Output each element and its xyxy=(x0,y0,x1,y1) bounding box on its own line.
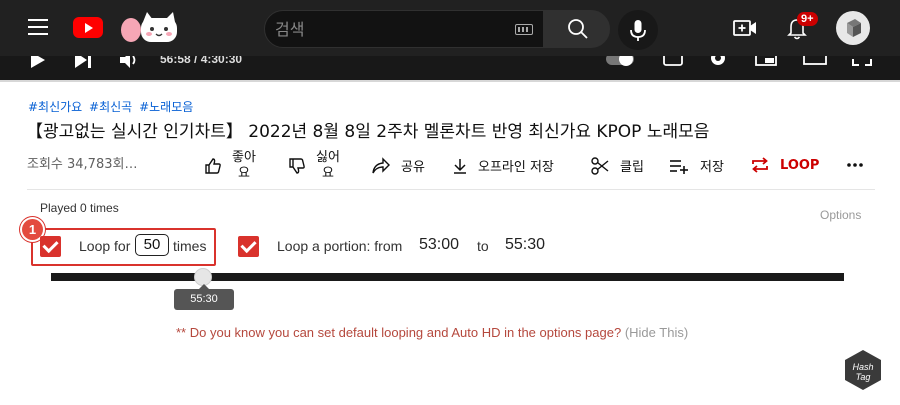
to-label: to xyxy=(477,238,489,254)
loop-portion-label: Loop a portion: from xyxy=(277,238,403,254)
miniplayer-icon[interactable] xyxy=(754,56,778,68)
video-camera-plus-icon xyxy=(733,20,756,36)
playlist-add-icon xyxy=(670,159,688,174)
hashtag-link[interactable]: #최신곡 xyxy=(89,100,132,114)
like-button[interactable]: 좋아 요 xyxy=(204,150,256,182)
avatar-cube-icon xyxy=(847,19,861,37)
thumbs-down-icon xyxy=(289,158,305,174)
autoplay-toggle-icon[interactable] xyxy=(604,56,638,68)
loop-start-time[interactable]: 53:00 xyxy=(419,236,459,254)
loop-count-input[interactable]: 50 xyxy=(135,234,169,256)
video-title: 【광고없는 실시간 인기차트】 2022년 8월 8일 2주차 멜론차트 반영 … xyxy=(26,122,710,142)
microphone-icon xyxy=(630,20,646,41)
hashtag-watermark-logo: Hash Tag xyxy=(845,350,881,390)
offline-save-button[interactable]: 오프라인 저장 xyxy=(452,156,554,175)
theater-mode-icon[interactable] xyxy=(802,56,830,68)
hashtag-link[interactable]: #최신가요 xyxy=(28,100,82,114)
played-count: Played 0 times xyxy=(40,201,119,215)
search-button[interactable] xyxy=(544,10,610,48)
svg-text:Hash: Hash xyxy=(852,362,873,372)
options-link[interactable]: Options xyxy=(820,208,861,222)
loop-for-label: Loop for xyxy=(79,238,131,254)
volume-icon[interactable] xyxy=(118,56,140,70)
divider xyxy=(0,80,900,82)
clip-button[interactable]: 클립 xyxy=(590,156,644,175)
notification-badge: 9+ xyxy=(797,12,818,26)
keyboard-icon[interactable] xyxy=(515,24,533,35)
dislike-label: 싫어 요 xyxy=(316,150,340,181)
search-icon xyxy=(568,19,588,39)
loop-range-slider-track[interactable] xyxy=(51,273,844,281)
hide-tip-link[interactable]: (Hide This) xyxy=(625,325,688,340)
dislike-button[interactable]: 싫어 요 xyxy=(288,150,340,182)
view-count: 조회수 34,783회… xyxy=(27,157,138,172)
save-to-playlist-button[interactable]: 저장 xyxy=(668,156,724,175)
more-actions-button[interactable] xyxy=(846,162,874,168)
top-bar: 9+ xyxy=(0,0,900,56)
loop-portion-checkbox[interactable] xyxy=(238,236,259,257)
thumbs-up-icon xyxy=(205,158,221,174)
loop-button[interactable]: LOOP xyxy=(750,156,819,174)
loop-end-time[interactable]: 55:30 xyxy=(505,236,545,254)
share-button[interactable]: 공유 xyxy=(371,156,425,175)
player-controls: 56:58 / 4:30:30 xyxy=(0,56,900,82)
like-label: 좋아 요 xyxy=(232,150,256,181)
share-icon xyxy=(372,156,390,173)
loop-icon xyxy=(752,157,768,173)
play-icon[interactable] xyxy=(28,56,48,70)
tip-text: ** Do you know you can set default loopi… xyxy=(176,325,622,340)
youtube-logo-icon[interactable] xyxy=(73,17,103,38)
divider xyxy=(27,189,875,190)
voice-search-button[interactable] xyxy=(618,10,658,50)
hashtag-list: #최신가요 #최신곡 #노래모음 xyxy=(28,98,196,115)
player-time: 56:58 / 4:30:30 xyxy=(160,56,243,66)
fullscreen-icon[interactable] xyxy=(850,56,874,68)
svg-text:Tag: Tag xyxy=(856,372,871,382)
options-tip-note: ** Do you know you can set default loopi… xyxy=(176,325,688,340)
create-video-button[interactable] xyxy=(732,16,758,40)
scissors-icon xyxy=(591,156,609,175)
menu-icon[interactable] xyxy=(28,19,48,35)
search-box xyxy=(264,10,544,48)
more-horizontal-icon xyxy=(847,163,863,167)
download-icon xyxy=(454,158,466,174)
doodle-cat-logo[interactable] xyxy=(115,10,185,46)
avatar[interactable] xyxy=(836,11,870,45)
loop-for-checkbox[interactable] xyxy=(40,236,61,257)
settings-gear-icon[interactable] xyxy=(708,56,728,68)
search-input[interactable] xyxy=(275,11,505,47)
times-label: times xyxy=(173,238,207,254)
subtitles-icon[interactable] xyxy=(662,56,684,68)
hashtag-link[interactable]: #노래모음 xyxy=(139,100,193,114)
next-icon[interactable] xyxy=(72,56,94,70)
slider-time-tooltip: 55:30 xyxy=(174,284,234,310)
